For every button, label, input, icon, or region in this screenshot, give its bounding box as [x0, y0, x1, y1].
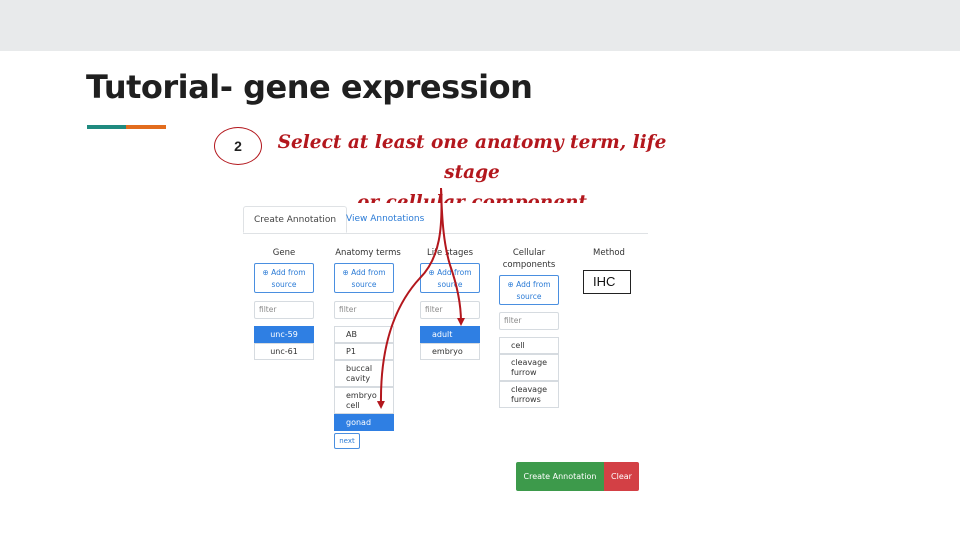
cellular-components-column-header: Cellular components: [496, 247, 562, 271]
method-column-header: Method: [593, 248, 625, 258]
anatomy-item-embryo-line-1: embryo: [346, 391, 377, 400]
cellular-item-furrows-line-1: cleavage: [511, 385, 548, 394]
gene-item-unc-61[interactable]: unc-61: [254, 343, 314, 360]
anatomy-item-ab[interactable]: AB: [334, 326, 394, 343]
cellular-add-label-1: ⊕ Add from: [507, 280, 551, 289]
cellular-add-label-2: source: [516, 292, 542, 301]
gene-item-unc-59[interactable]: unc-59: [254, 326, 314, 343]
cellular-header-line-2: components: [502, 260, 556, 270]
life-stages-add-label-1: ⊕ Add from: [428, 268, 472, 277]
accent-teal-segment: [87, 125, 126, 129]
method-value-box[interactable]: IHC: [583, 270, 631, 294]
cellular-item-furrow-line-1: cleavage: [511, 358, 548, 367]
tab-create-annotation[interactable]: Create Annotation: [243, 206, 348, 233]
cellular-item-cleavage-furrows[interactable]: cleavage furrows: [499, 381, 559, 408]
anatomy-column-header: Anatomy terms: [335, 248, 401, 258]
anatomy-item-embryo-cell[interactable]: embryo cell: [334, 387, 394, 414]
cellular-filter-input[interactable]: filter: [499, 312, 559, 330]
tab-view-annotations[interactable]: View Annotations: [336, 206, 434, 233]
accent-orange-segment: [126, 125, 166, 129]
top-band: [0, 0, 960, 51]
anatomy-add-label-2: source: [351, 280, 377, 289]
gene-column-header: Gene: [272, 248, 296, 258]
life-stages-column-header: Life stages: [426, 248, 474, 258]
cellular-item-cleavage-furrow[interactable]: cleavage furrow: [499, 354, 559, 381]
anatomy-item-buccal-line-2: cavity: [346, 374, 371, 383]
life-stages-add-label-2: source: [437, 280, 463, 289]
cellular-item-cell[interactable]: cell: [499, 337, 559, 354]
anatomy-item-buccal-line-1: buccal: [346, 364, 373, 373]
title-accent-bar: [87, 125, 166, 129]
life-stage-item-embryo[interactable]: embryo: [420, 343, 480, 360]
anatomy-item-p1[interactable]: P1: [334, 343, 394, 360]
annotation-app: Create Annotation View Annotations Gene …: [240, 203, 650, 503]
anatomy-add-from-source-button[interactable]: ⊕ Add from source: [334, 263, 394, 293]
cellular-item-furrows-line-2: furrows: [511, 395, 541, 404]
gene-add-from-source-button[interactable]: ⊕ Add from source: [254, 263, 314, 293]
anatomy-add-label-1: ⊕ Add from: [342, 268, 386, 277]
anatomy-item-gonad[interactable]: gonad: [334, 414, 394, 431]
anatomy-item-buccal-cavity[interactable]: buccal cavity: [334, 360, 394, 387]
cellular-header-line-1: Cellular: [512, 248, 546, 258]
tab-bar: Create Annotation View Annotations: [243, 206, 648, 234]
step-number-badge: 2: [214, 127, 262, 165]
life-stages-filter-input[interactable]: filter: [420, 301, 480, 319]
gene-add-label-2: source: [271, 280, 297, 289]
anatomy-next-button[interactable]: next: [334, 433, 360, 449]
gene-filter-input[interactable]: filter: [254, 301, 314, 319]
create-annotation-button[interactable]: Create Annotation: [516, 462, 604, 491]
slide-title: Tutorial- gene expression: [86, 68, 533, 106]
gene-add-label-1: ⊕ Add from: [262, 268, 306, 277]
anatomy-filter-input[interactable]: filter: [334, 301, 394, 319]
anatomy-item-embryo-line-2: cell: [346, 401, 360, 410]
life-stage-item-adult[interactable]: adult: [420, 326, 480, 343]
cellular-add-from-source-button[interactable]: ⊕ Add from source: [499, 275, 559, 305]
instruction-line-1: Select at least one anatomy term, life s…: [277, 132, 667, 183]
clear-button[interactable]: Clear: [604, 462, 639, 491]
step-number: 2: [234, 138, 242, 154]
cellular-item-furrow-line-2: furrow: [511, 368, 537, 377]
life-stages-add-from-source-button[interactable]: ⊕ Add from source: [420, 263, 480, 293]
